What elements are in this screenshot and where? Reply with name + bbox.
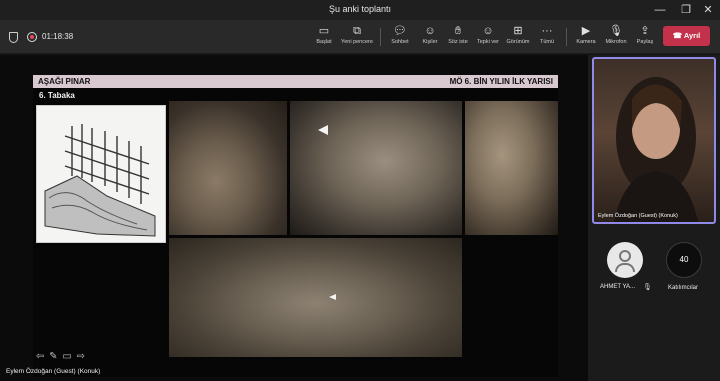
meeting-timer: 01:18:38 <box>42 32 74 41</box>
person-icon <box>619 250 631 262</box>
window-title: Şu anki toplantı <box>328 4 392 14</box>
toolbar-divider <box>566 28 567 46</box>
leave-button[interactable]: ☎ Ayrıl <box>663 26 710 46</box>
speaker-video-tile[interactable]: Eylem Özdoğan (Guest) (Konuk) <box>592 57 716 224</box>
phone-icon: ☎ <box>672 31 683 40</box>
slide-header: AŞAĞI PINAR MÖ 6. BİN YILIN İLK YARISI <box>33 75 558 88</box>
shared-screen: AŞAĞI PINAR MÖ 6. BİN YILIN İLK YARISI 6… <box>0 55 588 381</box>
present-icon: ▭ <box>318 25 330 37</box>
shield-icon <box>9 32 18 43</box>
speaker-video-image <box>614 77 698 222</box>
slide-subtitle: 6. Tabaka <box>39 91 75 100</box>
slide-header-right: MÖ 6. BİN YILIN İLK YARISI <box>449 77 553 86</box>
prev-arrow-icon[interactable]: ⇦ <box>36 351 45 362</box>
more-button[interactable]: ··· Tümü <box>530 23 564 51</box>
participants-panel: Eylem Özdoğan (Guest) (Konuk) <box>588 55 720 381</box>
slide-header-left: AŞAĞI PINAR <box>38 77 91 86</box>
participant-count-button[interactable]: 40 <box>666 242 702 278</box>
camera-button[interactable]: ▶ Kamera <box>569 23 603 51</box>
raise-hand-icon: ✋︎ <box>454 25 462 37</box>
new-window-button[interactable]: ⧉ Yeni pencere <box>340 23 374 51</box>
close-window-button[interactable]: ✕ <box>697 2 719 18</box>
participant-name: AHMET YA... <box>600 284 636 290</box>
restore-button[interactable]: ❐ <box>675 2 697 18</box>
chat-button[interactable]: 💬︎ Sohbet <box>383 23 417 51</box>
excavation-photo-3 <box>465 101 558 235</box>
presentation-slide: AŞAĞI PINAR MÖ 6. BİN YILIN İLK YARISI 6… <box>33 75 558 377</box>
meeting-toolbar: 01:18:38 ▭ Başlat ⧉ Yeni pencere 💬︎ Sohb… <box>0 20 720 54</box>
arrow-marker-icon <box>329 294 336 300</box>
speaker-name-label: Eylem Özdoğan (Guest) (Konuk) <box>598 213 678 219</box>
react-icon: ☺ <box>482 25 494 37</box>
more-icon: ··· <box>541 25 553 37</box>
presenter-name-label: Eylem Özdoğan (Guest) (Konuk) <box>6 368 101 375</box>
raise-hand-button[interactable]: ✋︎ Söz iste <box>441 23 475 51</box>
arrow-marker-icon <box>318 125 328 135</box>
minimize-button[interactable]: — <box>649 2 671 18</box>
excavation-sketch-image <box>36 105 166 243</box>
present-button[interactable]: ▭ Başlat <box>307 23 341 51</box>
edit-icon[interactable]: ✎ <box>49 351 58 362</box>
slide-nav-controls[interactable]: ⇦ ✎ ▭ ⇨ <box>36 351 86 363</box>
mic-off-icon: 🎙︎ <box>643 284 652 291</box>
participant-avatar[interactable] <box>607 242 643 278</box>
slides-icon[interactable]: ▭ <box>62 351 72 362</box>
next-arrow-icon[interactable]: ⇨ <box>77 351 86 362</box>
toolbar-divider <box>380 28 381 46</box>
share-icon: ⇪ <box>640 25 650 37</box>
camera-icon: ▶ <box>581 25 591 37</box>
new-window-icon: ⧉ <box>353 25 361 37</box>
title-bar: Şu anki toplantı — ❐ ✕ <box>0 0 720 20</box>
participant-count-label: Katılımcılar <box>668 285 699 291</box>
chat-icon: 💬︎ <box>393 25 407 37</box>
recording-icon <box>27 32 37 42</box>
share-button[interactable]: ⇪ Paylaş <box>628 23 662 51</box>
excavation-photo-4 <box>169 238 462 357</box>
excavation-photo-1 <box>169 101 287 235</box>
excavation-photo-2 <box>290 101 462 235</box>
react-button[interactable]: ☺ Tepki ver <box>471 23 505 51</box>
